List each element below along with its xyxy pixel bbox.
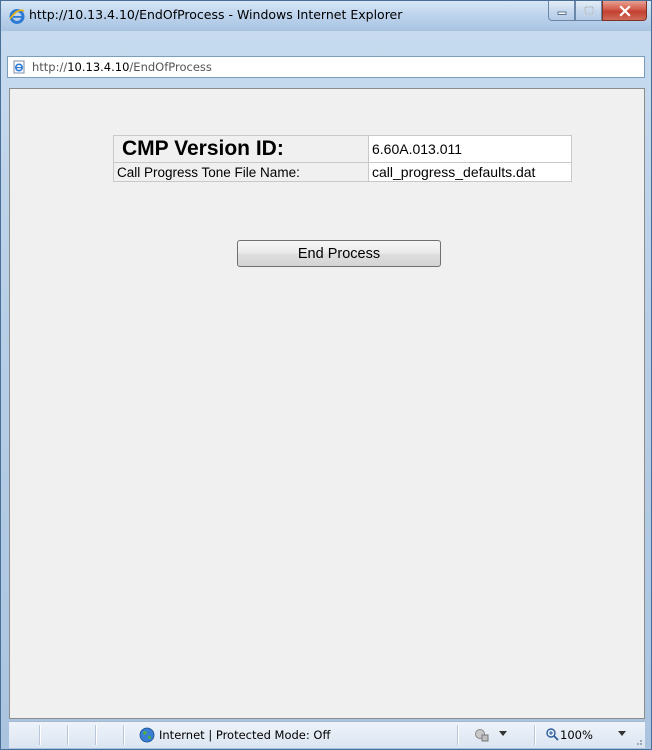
protected-mode-icon[interactable] [474, 727, 490, 743]
address-field[interactable]: http://10.13.4.10/EndOfProcess [7, 56, 645, 78]
cmp-version-value: 6.60A.013.011 [368, 135, 572, 163]
cmp-version-label: CMP Version ID: [113, 135, 369, 163]
tone-file-label: Call Progress Tone File Name: [113, 162, 369, 182]
maximize-button[interactable] [575, 1, 602, 21]
table-row: CMP Version ID: 6.60A.013.011 [113, 135, 572, 163]
url-prefix: http:// [32, 60, 68, 74]
chevron-down-icon[interactable] [618, 731, 626, 736]
status-divider [534, 725, 536, 745]
status-divider [39, 725, 41, 745]
close-button[interactable] [602, 1, 647, 21]
browser-window: http://10.13.4.10/EndOfProcess - Windows… [0, 0, 652, 750]
end-process-button[interactable]: End Process [237, 240, 441, 267]
security-zone-text[interactable]: Internet | Protected Mode: Off [159, 728, 330, 742]
resize-grip-icon[interactable] [633, 736, 643, 746]
zoom-magnifier-icon[interactable] [545, 727, 559, 741]
table-row: Call Progress Tone File Name: call_progr… [113, 162, 572, 182]
status-divider [95, 725, 97, 745]
status-divider [123, 725, 125, 745]
url-host: 10.13.4.10 [67, 60, 130, 74]
globe-icon [139, 727, 155, 743]
ie-logo-icon [9, 9, 25, 24]
page-content: CMP Version ID: 6.60A.013.011 Call Progr… [9, 88, 645, 719]
title-bar[interactable]: http://10.13.4.10/EndOfProcess - Windows… [1, 1, 651, 31]
url-path: /EndOfProcess [129, 60, 212, 74]
address-url: http://10.13.4.10/EndOfProcess [32, 60, 212, 74]
window-controls [548, 1, 647, 22]
minimize-icon [557, 11, 566, 15]
status-divider [457, 725, 459, 745]
info-table: CMP Version ID: 6.60A.013.011 Call Progr… [113, 135, 572, 182]
close-icon [618, 4, 631, 17]
page-icon [13, 60, 25, 74]
status-bar: Internet | Protected Mode: Off 100% [9, 721, 645, 748]
window-title: http://10.13.4.10/EndOfProcess - Windows… [29, 7, 403, 22]
maximize-icon [583, 5, 594, 15]
chevron-down-icon[interactable] [499, 731, 507, 736]
zoom-level[interactable]: 100% [560, 728, 593, 742]
status-divider [67, 725, 69, 745]
tone-file-value: call_progress_defaults.dat [368, 162, 572, 182]
minimize-button[interactable] [548, 1, 575, 21]
